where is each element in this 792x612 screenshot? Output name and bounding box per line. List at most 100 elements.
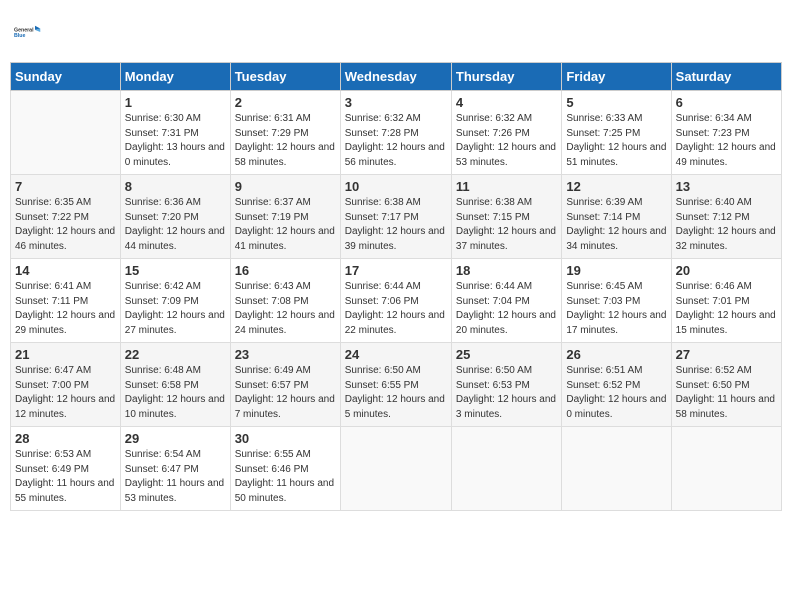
- day-info: Sunrise: 6:52 AMSunset: 6:50 PMDaylight:…: [676, 364, 777, 422]
- day-info: Sunrise: 6:48 AMSunset: 6:58 PMDaylight:…: [125, 364, 226, 422]
- day-number: 28: [15, 431, 116, 446]
- day-info: Sunrise: 6:34 AMSunset: 7:23 PMDaylight:…: [676, 112, 777, 170]
- day-number: 11: [456, 179, 557, 194]
- header-cell-tuesday: Tuesday: [230, 63, 340, 91]
- day-cell: 5 Sunrise: 6:33 AMSunset: 7:25 PMDaylight…: [562, 91, 671, 175]
- week-row-4: 21 Sunrise: 6:47 AMSunset: 7:00 PMDayligh…: [11, 343, 782, 427]
- day-info: Sunrise: 6:44 AMSunset: 7:06 PMDaylight:…: [345, 280, 447, 338]
- day-cell: 7 Sunrise: 6:35 AMSunset: 7:22 PMDaylight…: [11, 175, 121, 259]
- day-cell: [340, 427, 451, 511]
- day-cell: 3 Sunrise: 6:32 AMSunset: 7:28 PMDaylight…: [340, 91, 451, 175]
- day-cell: 16 Sunrise: 6:43 AMSunset: 7:08 PMDayligh…: [230, 259, 340, 343]
- day-cell: 30Sunrise: 6:55 AMSunset: 6:46 PMDayligh…: [230, 427, 340, 511]
- day-number: 17: [345, 263, 447, 278]
- day-number: 15: [125, 263, 226, 278]
- day-number: 12: [566, 179, 666, 194]
- day-info: Sunrise: 6:54 AMSunset: 6:47 PMDaylight:…: [125, 448, 226, 506]
- day-number: 14: [15, 263, 116, 278]
- day-cell: 4 Sunrise: 6:32 AMSunset: 7:26 PMDaylight…: [451, 91, 561, 175]
- day-info: Sunrise: 6:37 AMSunset: 7:19 PMDaylight:…: [235, 196, 336, 254]
- day-info: Sunrise: 6:51 AMSunset: 6:52 PMDaylight:…: [566, 364, 666, 422]
- day-number: 5: [566, 95, 666, 110]
- day-info: Sunrise: 6:49 AMSunset: 6:57 PMDaylight:…: [235, 364, 336, 422]
- day-cell: 22 Sunrise: 6:48 AMSunset: 6:58 PMDayligh…: [120, 343, 230, 427]
- day-info: Sunrise: 6:43 AMSunset: 7:08 PMDaylight:…: [235, 280, 336, 338]
- header-cell-thursday: Thursday: [451, 63, 561, 91]
- day-cell: 19 Sunrise: 6:45 AMSunset: 7:03 PMDayligh…: [562, 259, 671, 343]
- day-number: 2: [235, 95, 336, 110]
- day-cell: 13 Sunrise: 6:40 AMSunset: 7:12 PMDayligh…: [671, 175, 781, 259]
- day-cell: 9 Sunrise: 6:37 AMSunset: 7:19 PMDaylight…: [230, 175, 340, 259]
- header-cell-monday: Monday: [120, 63, 230, 91]
- day-number: 13: [676, 179, 777, 194]
- day-number: 21: [15, 347, 116, 362]
- day-number: 27: [676, 347, 777, 362]
- svg-text:General: General: [14, 27, 34, 33]
- svg-text:Blue: Blue: [14, 33, 25, 39]
- day-cell: 14 Sunrise: 6:41 AMSunset: 7:11 PMDayligh…: [11, 259, 121, 343]
- calendar-table: SundayMondayTuesdayWednesdayThursdayFrid…: [10, 62, 782, 511]
- day-cell: 17 Sunrise: 6:44 AMSunset: 7:06 PMDayligh…: [340, 259, 451, 343]
- header-cell-saturday: Saturday: [671, 63, 781, 91]
- day-cell: [671, 427, 781, 511]
- day-number: 9: [235, 179, 336, 194]
- day-number: 6: [676, 95, 777, 110]
- day-cell: 27 Sunrise: 6:52 AMSunset: 6:50 PMDayligh…: [671, 343, 781, 427]
- day-number: 20: [676, 263, 777, 278]
- day-number: 4: [456, 95, 557, 110]
- logo: GeneralBlue: [14, 18, 42, 46]
- day-number: 30: [235, 431, 336, 446]
- day-cell: 6 Sunrise: 6:34 AMSunset: 7:23 PMDaylight…: [671, 91, 781, 175]
- day-number: 23: [235, 347, 336, 362]
- day-info: Sunrise: 6:33 AMSunset: 7:25 PMDaylight:…: [566, 112, 666, 170]
- day-info: Sunrise: 6:38 AMSunset: 7:17 PMDaylight:…: [345, 196, 447, 254]
- day-cell: 2 Sunrise: 6:31 AMSunset: 7:29 PMDaylight…: [230, 91, 340, 175]
- day-cell: 18Sunrise: 6:44 AMSunset: 7:04 PMDayligh…: [451, 259, 561, 343]
- day-info: Sunrise: 6:46 AMSunset: 7:01 PMDaylight:…: [676, 280, 777, 338]
- day-cell: 29 Sunrise: 6:54 AMSunset: 6:47 PMDayligh…: [120, 427, 230, 511]
- day-cell: 15 Sunrise: 6:42 AMSunset: 7:09 PMDayligh…: [120, 259, 230, 343]
- day-cell: 26 Sunrise: 6:51 AMSunset: 6:52 PMDayligh…: [562, 343, 671, 427]
- day-info: Sunrise: 6:39 AMSunset: 7:14 PMDaylight:…: [566, 196, 666, 254]
- day-cell: 23 Sunrise: 6:49 AMSunset: 6:57 PMDayligh…: [230, 343, 340, 427]
- day-number: 26: [566, 347, 666, 362]
- day-cell: 11Sunrise: 6:38 AMSunset: 7:15 PMDayligh…: [451, 175, 561, 259]
- week-row-3: 14 Sunrise: 6:41 AMSunset: 7:11 PMDayligh…: [11, 259, 782, 343]
- day-cell: 25Sunrise: 6:50 AMSunset: 6:53 PMDayligh…: [451, 343, 561, 427]
- week-row-1: 1Sunrise: 6:30 AMSunset: 7:31 PMDaylight…: [11, 91, 782, 175]
- day-info: Sunrise: 6:32 AMSunset: 7:26 PMDaylight:…: [456, 112, 557, 170]
- day-number: 22: [125, 347, 226, 362]
- day-number: 19: [566, 263, 666, 278]
- day-info: Sunrise: 6:45 AMSunset: 7:03 PMDaylight:…: [566, 280, 666, 338]
- week-row-5: 28Sunrise: 6:53 AMSunset: 6:49 PMDayligh…: [11, 427, 782, 511]
- day-number: 16: [235, 263, 336, 278]
- day-cell: [451, 427, 561, 511]
- day-info: Sunrise: 6:35 AMSunset: 7:22 PMDaylight:…: [15, 196, 116, 254]
- day-number: 8: [125, 179, 226, 194]
- day-info: Sunrise: 6:42 AMSunset: 7:09 PMDaylight:…: [125, 280, 226, 338]
- day-number: 3: [345, 95, 447, 110]
- day-number: 25: [456, 347, 557, 362]
- logo-icon: GeneralBlue: [14, 18, 42, 46]
- day-number: 29: [125, 431, 226, 446]
- header-cell-sunday: Sunday: [11, 63, 121, 91]
- day-info: Sunrise: 6:32 AMSunset: 7:28 PMDaylight:…: [345, 112, 447, 170]
- day-number: 24: [345, 347, 447, 362]
- day-info: Sunrise: 6:40 AMSunset: 7:12 PMDaylight:…: [676, 196, 777, 254]
- day-cell: 10Sunrise: 6:38 AMSunset: 7:17 PMDayligh…: [340, 175, 451, 259]
- day-info: Sunrise: 6:36 AMSunset: 7:20 PMDaylight:…: [125, 196, 226, 254]
- day-cell: 21 Sunrise: 6:47 AMSunset: 7:00 PMDayligh…: [11, 343, 121, 427]
- day-info: Sunrise: 6:41 AMSunset: 7:11 PMDaylight:…: [15, 280, 116, 338]
- day-number: 18: [456, 263, 557, 278]
- day-cell: 12 Sunrise: 6:39 AMSunset: 7:14 PMDayligh…: [562, 175, 671, 259]
- day-info: Sunrise: 6:31 AMSunset: 7:29 PMDaylight:…: [235, 112, 336, 170]
- day-info: Sunrise: 6:47 AMSunset: 7:00 PMDaylight:…: [15, 364, 116, 422]
- day-cell: 8 Sunrise: 6:36 AMSunset: 7:20 PMDaylight…: [120, 175, 230, 259]
- page-header: GeneralBlue: [10, 10, 782, 54]
- week-row-2: 7 Sunrise: 6:35 AMSunset: 7:22 PMDaylight…: [11, 175, 782, 259]
- day-cell: [11, 91, 121, 175]
- day-number: 7: [15, 179, 116, 194]
- header-cell-wednesday: Wednesday: [340, 63, 451, 91]
- day-cell: [562, 427, 671, 511]
- day-cell: 28Sunrise: 6:53 AMSunset: 6:49 PMDayligh…: [11, 427, 121, 511]
